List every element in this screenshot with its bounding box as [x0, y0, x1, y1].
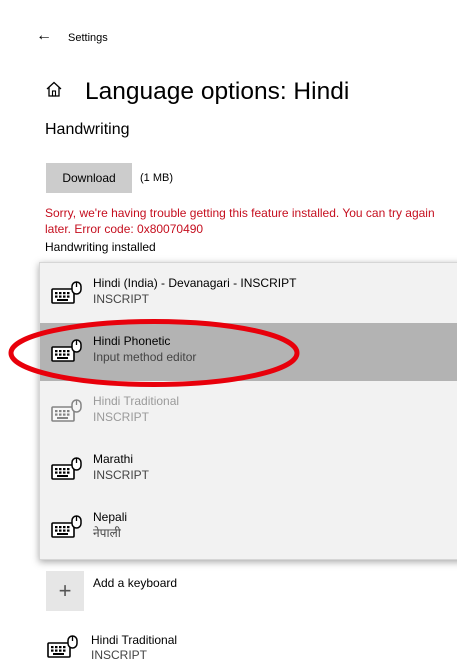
app-title: Settings	[68, 32, 108, 44]
download-size: (1 MB)	[140, 172, 173, 184]
keyboard-icon	[51, 457, 83, 481]
keyboard-icon	[51, 515, 83, 539]
keyboard-option-subtitle: INSCRIPT	[93, 468, 150, 482]
keyboard-option-name: Nepali	[93, 510, 128, 524]
keyboard-option-hindi-traditional: Hindi Traditional INSCRIPT	[40, 383, 457, 441]
add-keyboard-button[interactable]: +	[46, 571, 84, 611]
keyboard-option-subtitle: INSCRIPT	[93, 410, 150, 424]
plus-icon: +	[58, 578, 72, 603]
installed-keyboard-subtitle: INSCRIPT	[91, 648, 148, 662]
keyboard-icon	[51, 399, 83, 423]
home-icon	[46, 81, 62, 97]
keyboard-option-nepali[interactable]: Nepali नेपाली	[40, 499, 457, 557]
red-highlight-annotation	[8, 319, 300, 387]
back-arrow-icon[interactable]: ←	[36, 26, 52, 46]
keyboard-option-marathi[interactable]: Marathi INSCRIPT	[40, 441, 457, 499]
keyboard-option-subtitle: INSCRIPT	[93, 292, 150, 306]
keyboard-icon	[47, 635, 79, 659]
section-title-handwriting: Handwriting	[45, 121, 130, 138]
keyboard-option-subtitle: नेपाली	[93, 526, 121, 540]
keyboard-option-name: Marathi	[93, 452, 134, 466]
keyboard-icon	[51, 281, 83, 305]
download-button[interactable]: Download	[46, 163, 132, 193]
page-title: Language options: Hindi	[85, 78, 350, 105]
error-message: Sorry, we're having trouble getting this…	[45, 206, 435, 236]
add-keyboard-label[interactable]: Add a keyboard	[93, 575, 177, 591]
keyboard-option-hindi-inscript[interactable]: Hindi (India) - Devanagari - INSCRIPT IN…	[40, 265, 457, 323]
keyboard-dropdown[interactable]: Hindi (India) - Devanagari - INSCRIPT IN…	[39, 262, 457, 560]
installed-keyboard-name[interactable]: Hindi Traditional	[91, 632, 177, 648]
keyboard-option-name: Hindi (India) - Devanagari - INSCRIPT	[93, 276, 297, 290]
installed-status: Handwriting installed	[45, 240, 156, 254]
keyboard-option-name: Hindi Traditional	[93, 394, 180, 408]
